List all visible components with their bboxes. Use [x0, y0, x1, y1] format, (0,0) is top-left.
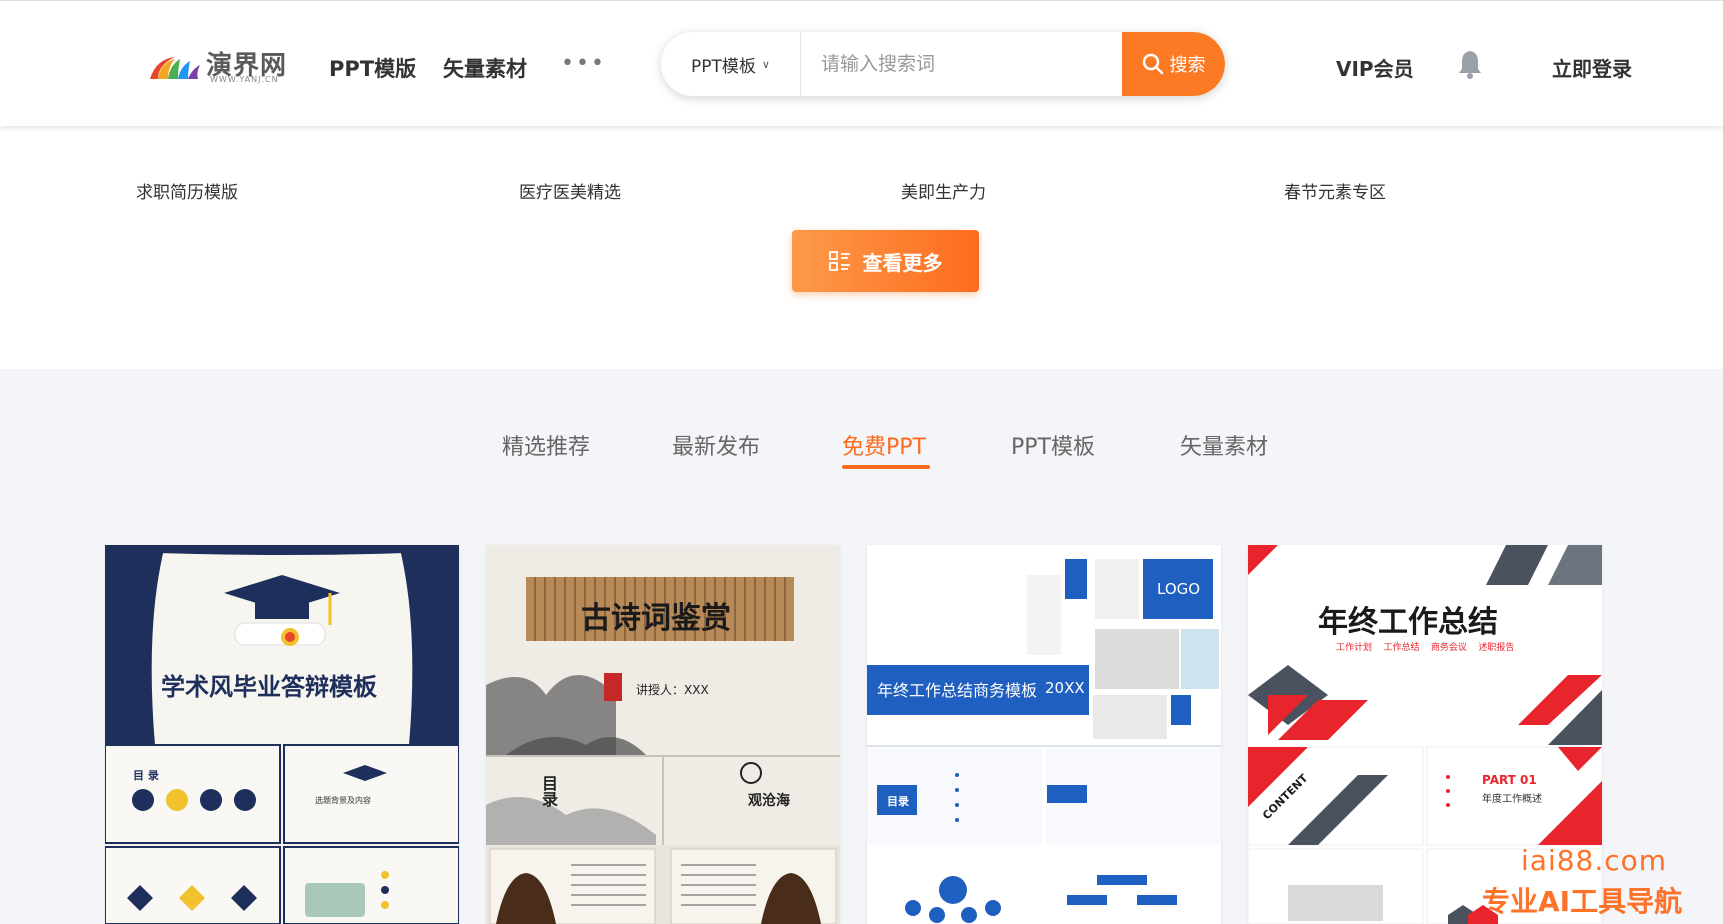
template-toc: 目录	[887, 795, 909, 808]
template-subtitle: 工作计划 工作总结 商务会议 述职报告	[1336, 643, 1515, 653]
category-label[interactable]: 美即生产力	[901, 178, 986, 203]
template-part: PART 01	[1482, 773, 1537, 787]
vip-link[interactable]: VIP会员	[1336, 53, 1414, 82]
nav-vector-assets[interactable]: 矢量素材	[443, 53, 527, 83]
search-input[interactable]	[801, 32, 1125, 96]
tab-free-ppt[interactable]: 免费PPT	[842, 429, 926, 461]
template-logo-text: LOGO	[1157, 580, 1201, 598]
nav-more-icon[interactable]: •••	[561, 51, 606, 76]
template-card-business[interactable]: 年终工作总结商务模板 20XX LOGO 目录	[867, 545, 1221, 924]
active-tab-underline	[842, 465, 930, 469]
template-title: 年终工作总结	[1318, 605, 1498, 640]
template-title: 古诗词鉴赏	[581, 601, 731, 636]
tab-vector-assets[interactable]: 矢量素材	[1180, 429, 1268, 461]
template-toc: 目 录	[133, 769, 159, 782]
template-preview	[105, 545, 459, 924]
template-part-sub: 年度工作概述	[1482, 794, 1542, 805]
category-label[interactable]: 医疗医美精选	[519, 178, 621, 203]
category-label[interactable]: 春节元素专区	[1284, 178, 1386, 203]
site-header: 演界网 WWW.YANJ.CN PPT模版 矢量素材 ••• PPT模板 ∨ 搜…	[0, 0, 1723, 126]
template-card-academic[interactable]: 学术风毕业答辩模板 目 录 选题背景及内容	[105, 545, 459, 924]
template-section: 选题背景及内容	[315, 796, 371, 805]
search-button-label: 搜索	[1169, 55, 1206, 76]
search-button[interactable]: 搜索	[1122, 32, 1225, 96]
search-category-label: PPT模板	[691, 56, 756, 77]
nav-ppt-templates[interactable]: PPT模版	[329, 53, 416, 83]
template-speaker: 讲授人：XXX	[636, 683, 709, 697]
template-title: 年终工作总结商务模板	[877, 681, 1038, 700]
template-toc: 目录	[539, 775, 558, 807]
template-year: 20XX	[1045, 679, 1085, 697]
search-bar: PPT模板 ∨ 搜索	[661, 32, 1225, 96]
search-category-select[interactable]: PPT模板 ∨	[661, 32, 801, 96]
tab-latest[interactable]: 最新发布	[672, 429, 760, 461]
template-title: 学术风毕业答辩模板	[161, 673, 377, 701]
view-more-button[interactable]: 查看更多	[792, 230, 979, 292]
template-card-poetry[interactable]: 古诗词鉴赏 讲授人：XXX 目录 观沧海	[486, 545, 840, 924]
watermark-slogan: 专业AI工具导航	[1482, 885, 1683, 918]
search-icon	[1142, 53, 1163, 75]
watermark-url: iai88.com	[1521, 844, 1668, 877]
template-preview	[867, 545, 1221, 924]
logo-sub: WWW.YANJ.CN	[210, 75, 279, 84]
list-icon	[828, 251, 850, 271]
tab-featured[interactable]: 精选推荐	[502, 429, 590, 461]
login-link[interactable]: 立即登录	[1552, 53, 1632, 82]
view-more-label: 查看更多	[862, 250, 943, 275]
bell-icon[interactable]	[1456, 49, 1484, 79]
chevron-down-icon: ∨	[761, 57, 770, 71]
tab-ppt-templates[interactable]: PPT模板	[1011, 429, 1095, 461]
category-label[interactable]: 求职简历模版	[136, 178, 238, 203]
template-poem-name: 观沧海	[748, 793, 790, 809]
logo-fan-icon	[150, 57, 200, 79]
site-logo[interactable]: 演界网 WWW.YANJ.CN	[148, 45, 288, 85]
